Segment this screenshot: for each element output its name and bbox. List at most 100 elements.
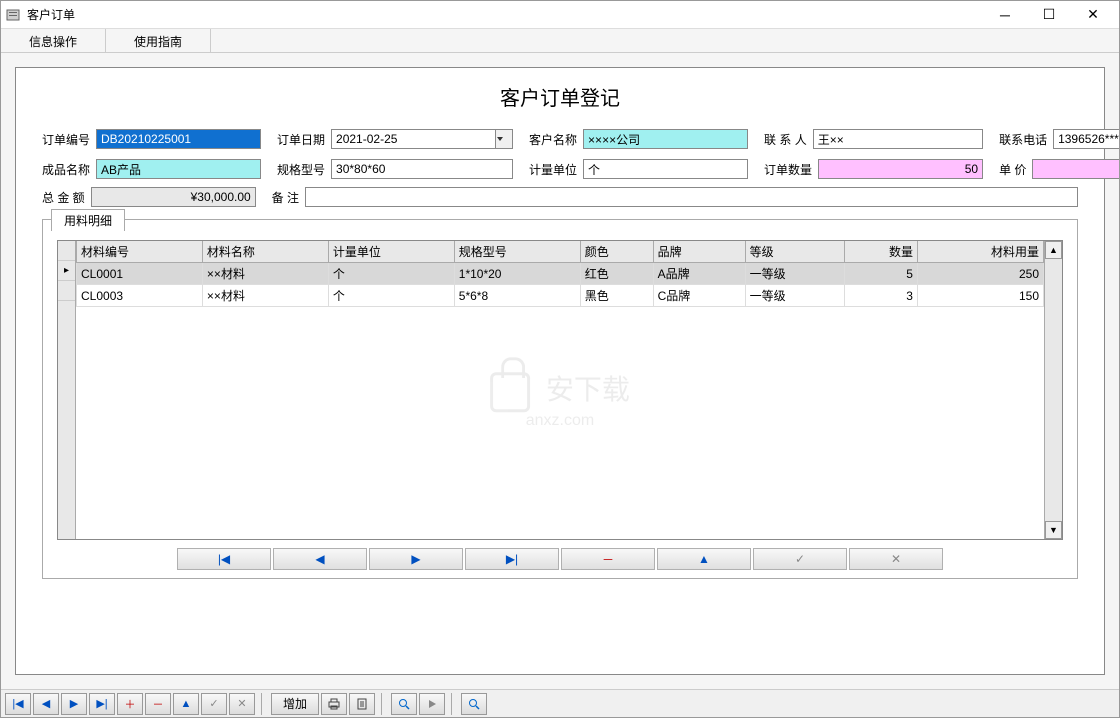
col-header[interactable]: 颜色: [580, 241, 653, 263]
page-title: 客户订单登记: [42, 82, 1078, 111]
table-cell[interactable]: 5: [845, 263, 918, 285]
tb-first-button[interactable]: |◀: [5, 693, 31, 715]
input-phone[interactable]: [1053, 129, 1119, 149]
table-cell[interactable]: 150: [917, 285, 1043, 307]
form-row-2: 总 金 额 备 注: [42, 187, 1078, 207]
nav-first-button[interactable]: |◀: [177, 548, 271, 570]
search-icon: [397, 697, 411, 711]
field-order-no: 订单编号: [42, 129, 261, 149]
menu-info-ops[interactable]: 信息操作: [1, 29, 106, 52]
tb-find-button[interactable]: [461, 693, 487, 715]
col-header[interactable]: 规格型号: [454, 241, 580, 263]
table-row[interactable]: CL0003××材料个5*6*8黑色C品牌一等级3150: [77, 285, 1044, 307]
tb-run-button[interactable]: [419, 693, 445, 715]
tb-cancel-button[interactable]: ✕: [229, 693, 255, 715]
input-unit[interactable]: [583, 159, 748, 179]
tb-confirm-button[interactable]: ✓: [201, 693, 227, 715]
table-cell[interactable]: CL0001: [77, 263, 203, 285]
label-phone: 联系电话: [999, 131, 1047, 148]
input-customer[interactable]: [583, 129, 748, 149]
scroll-up-icon[interactable]: ▲: [1045, 241, 1062, 259]
table-cell[interactable]: 5*6*8: [454, 285, 580, 307]
content-area: 客户订单登记 订单编号 订单日期 客户名称: [1, 53, 1119, 689]
label-remark: 备 注: [272, 189, 299, 206]
table-cell[interactable]: ××材料: [202, 263, 328, 285]
table-row[interactable]: CL0001××材料个1*10*20红色A品牌一等级5250: [77, 263, 1044, 285]
table-cell[interactable]: 红色: [580, 263, 653, 285]
table-cell[interactable]: 1*10*20: [454, 263, 580, 285]
table-cell[interactable]: 个: [328, 263, 454, 285]
label-price: 单 价: [999, 161, 1026, 178]
row-header-blank: [58, 241, 75, 261]
field-phone: 联系电话: [999, 129, 1119, 149]
row-indicator-2[interactable]: [58, 281, 75, 301]
app-icon: [5, 7, 21, 23]
input-qty[interactable]: [818, 159, 983, 179]
table-cell[interactable]: CL0003: [77, 285, 203, 307]
nav-next-button[interactable]: ▶: [369, 548, 463, 570]
tb-up-button[interactable]: ▲: [173, 693, 199, 715]
nav-cancel-button[interactable]: ✕: [849, 548, 943, 570]
table-cell[interactable]: 个: [328, 285, 454, 307]
tb-remove-button[interactable]: －: [145, 693, 171, 715]
input-spec[interactable]: [331, 159, 513, 179]
table-cell[interactable]: 一等级: [745, 285, 844, 307]
table-cell[interactable]: ××材料: [202, 285, 328, 307]
table-cell[interactable]: A品牌: [653, 263, 745, 285]
minimize-button[interactable]: ─: [983, 2, 1027, 28]
tb-export-button[interactable]: [349, 693, 375, 715]
tb-print-button[interactable]: [321, 693, 347, 715]
play-icon: [425, 697, 439, 711]
field-remark: 备 注: [272, 187, 1078, 207]
tb-add-button[interactable]: ＋: [117, 693, 143, 715]
nav-up-button[interactable]: ▲: [657, 548, 751, 570]
maximize-button[interactable]: ☐: [1027, 2, 1071, 28]
window-title: 客户订单: [27, 6, 983, 23]
input-price[interactable]: [1032, 159, 1119, 179]
materials-section: 用料明细 ▸ 材料编号材料名称计量单位规格型号颜色品牌等级数量材料用量 CL00…: [42, 219, 1078, 579]
field-order-date: 订单日期: [277, 129, 513, 149]
col-header[interactable]: 材料编号: [77, 241, 203, 263]
date-dropdown-button[interactable]: [495, 129, 513, 149]
field-customer: 客户名称: [529, 129, 748, 149]
scrollbar[interactable]: ▲ ▼: [1044, 241, 1062, 539]
col-header[interactable]: 计量单位: [328, 241, 454, 263]
col-header[interactable]: 品牌: [653, 241, 745, 263]
input-contact[interactable]: [813, 129, 983, 149]
app-window: 客户订单 ─ ☐ ✕ 信息操作 使用指南 客户订单登记 订单编号 订单日期: [0, 0, 1120, 718]
tb-search-button[interactable]: [391, 693, 417, 715]
tab-materials[interactable]: 用料明细: [51, 209, 125, 231]
row-header-column: ▸: [58, 241, 76, 539]
nav-confirm-button[interactable]: ✓: [753, 548, 847, 570]
scroll-down-icon[interactable]: ▼: [1045, 521, 1062, 539]
nav-prev-button[interactable]: ◀: [273, 548, 367, 570]
tb-next-button[interactable]: ▶: [61, 693, 87, 715]
col-header[interactable]: 材料用量: [917, 241, 1043, 263]
input-product[interactable]: [96, 159, 261, 179]
tb-last-button[interactable]: ▶|: [89, 693, 115, 715]
row-indicator-1[interactable]: ▸: [58, 261, 75, 281]
table-cell[interactable]: 3: [845, 285, 918, 307]
input-remark[interactable]: [305, 187, 1078, 207]
bottom-toolbar: |◀ ◀ ▶ ▶| ＋ － ▲ ✓ ✕ 增加: [1, 689, 1119, 717]
table-cell[interactable]: 黑色: [580, 285, 653, 307]
field-price: 单 价: [999, 159, 1119, 179]
input-order-no[interactable]: [96, 129, 261, 149]
col-header[interactable]: 数量: [845, 241, 918, 263]
col-header[interactable]: 等级: [745, 241, 844, 263]
close-button[interactable]: ✕: [1071, 2, 1115, 28]
nav-last-button[interactable]: ▶|: [465, 548, 559, 570]
menu-user-guide[interactable]: 使用指南: [106, 29, 211, 52]
tb-prev-button[interactable]: ◀: [33, 693, 59, 715]
table-cell[interactable]: 一等级: [745, 263, 844, 285]
magnifier-icon: [467, 697, 481, 711]
label-spec: 规格型号: [277, 161, 325, 178]
input-order-date[interactable]: [331, 129, 495, 149]
table-cell[interactable]: C品牌: [653, 285, 745, 307]
materials-table[interactable]: 材料编号材料名称计量单位规格型号颜色品牌等级数量材料用量 CL0001××材料个…: [76, 241, 1044, 307]
nav-delete-button[interactable]: －: [561, 548, 655, 570]
col-header[interactable]: 材料名称: [202, 241, 328, 263]
separator: [261, 693, 267, 715]
table-cell[interactable]: 250: [917, 263, 1043, 285]
tb-add-text-button[interactable]: 增加: [271, 693, 319, 715]
